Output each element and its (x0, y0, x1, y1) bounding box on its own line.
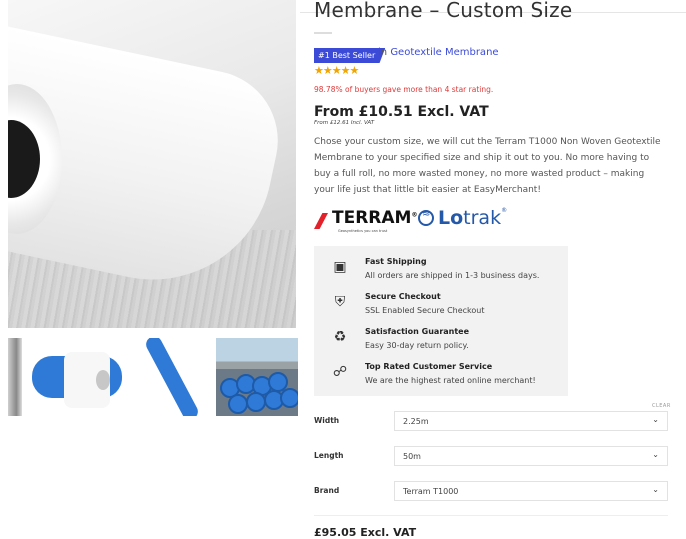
feature-title: Satisfaction Guarantee (365, 327, 470, 336)
terram-logo-mark (314, 213, 328, 229)
width-value: 2.25m (403, 417, 429, 426)
length-value: 50m (403, 452, 421, 461)
title-divider (314, 32, 332, 34)
width-label: Width (314, 416, 340, 425)
terram-tagline: Geosynthetics you can trust (338, 229, 388, 233)
category-link[interactable]: Geotextile Membrane (390, 47, 498, 58)
chevron-down-icon: ⌄ (652, 485, 659, 494)
price-excl-vat: From £10.51 Excl. VAT (314, 104, 489, 120)
feature-title: Top Rated Customer Service (365, 362, 493, 371)
lotrak-logo-text: Lotrak® (438, 207, 508, 229)
options-divider (314, 515, 668, 516)
thumbnail-strip (8, 338, 298, 418)
selected-price: £95.05 Excl. VAT (314, 526, 417, 539)
brand-value: Terram T1000 (403, 487, 459, 496)
features-box: ▣ Fast Shipping All orders are shipped i… (314, 246, 568, 396)
product-main-image[interactable] (8, 0, 296, 328)
shield-icon: ⛨ (334, 294, 346, 310)
length-select[interactable]: 50m ⌄ (394, 446, 668, 466)
category-prefix: in (378, 47, 388, 58)
lotrak-logo-icon (418, 209, 434, 226)
handshake-icon: ☍ (332, 364, 348, 380)
feature-subtitle: All orders are shipped in 1-3 business d… (365, 271, 540, 280)
brand-select[interactable]: Terram T1000 ⌄ (394, 481, 668, 501)
brand-label: Brand (314, 486, 340, 495)
chevron-down-icon: ⌄ (652, 450, 659, 459)
truck-icon: ▣ (333, 259, 347, 275)
thumbnail-2[interactable] (32, 338, 122, 416)
feature-subtitle: We are the highest rated online merchant… (365, 376, 536, 385)
thumbnail-3[interactable] (132, 338, 212, 416)
feature-subtitle: Easy 30-day return policy. (365, 341, 469, 350)
product-title: Membrane – Custom Size (314, 0, 573, 22)
feature-subtitle: SSL Enabled Secure Checkout (365, 306, 485, 315)
feature-secure-checkout: ⛨ Secure Checkout SSL Enabled Secure Che… (314, 284, 568, 318)
feature-fast-shipping: ▣ Fast Shipping All orders are shipped i… (314, 249, 568, 283)
feature-title: Secure Checkout (365, 292, 441, 301)
thumbnail-4[interactable] (216, 338, 298, 416)
length-label: Length (314, 451, 344, 460)
best-seller-badge: #1 Best Seller (314, 48, 386, 63)
feature-title: Fast Shipping (365, 257, 427, 266)
category-line: in Geotextile Membrane (378, 47, 499, 58)
thumbnail-1[interactable] (8, 338, 22, 416)
price-incl-vat: From £12.61 Incl. VAT (314, 120, 375, 126)
rating-stars: ★★★★★ (314, 64, 359, 77)
product-description: Chose your custom size, we will cut the … (314, 137, 661, 195)
chevron-down-icon: ⌄ (652, 415, 659, 424)
recycle-icon: ♻ (333, 329, 347, 345)
clear-options-link[interactable]: CLEAR (652, 403, 671, 409)
terram-logo-text: TERRAM® (332, 208, 418, 228)
width-select[interactable]: 2.25m ⌄ (394, 411, 668, 431)
rating-note: 98.78% of buyers gave more than 4 star r… (314, 85, 494, 94)
feature-customer-service: ☍ Top Rated Customer Service We are the … (314, 354, 568, 388)
brand-logos: TERRAM® Geosynthetics you can trust Lotr… (314, 207, 514, 238)
feature-satisfaction: ♻ Satisfaction Guarantee Easy 30-day ret… (314, 319, 568, 353)
